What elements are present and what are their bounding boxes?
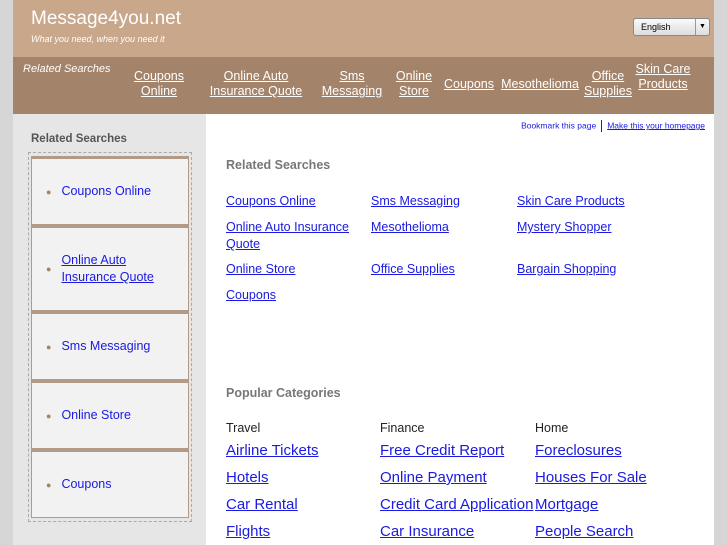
related-link[interactable]: Coupons	[226, 287, 366, 304]
nav-link[interactable]: Skin Care Products	[635, 62, 691, 92]
sidebar-link[interactable]: Online Store	[61, 407, 130, 424]
bullet-icon: ●	[46, 341, 52, 352]
tagline: What you need, when you need it	[31, 34, 165, 44]
category-link[interactable]: Credit Card Application	[380, 496, 533, 513]
sidebar-list: ● Coupons Online ● Online Auto Insurance Q…	[28, 152, 192, 522]
header: Message4you.net What you need, when you …	[13, 0, 714, 57]
related-link[interactable]: Coupons Online	[226, 193, 366, 210]
sidebar-title: Related Searches	[31, 133, 127, 145]
category-link[interactable]: Online Payment	[380, 469, 487, 486]
category-link[interactable]: Car Rental	[226, 496, 298, 513]
nav-link[interactable]: Mesothelioma	[498, 77, 582, 92]
sidebar: Related Searches ● Coupons Online ● Online…	[13, 114, 206, 545]
category-link[interactable]: Mortgage	[535, 496, 598, 513]
bullet-icon: ●	[46, 264, 52, 274]
sidebar-link[interactable]: Sms Messaging	[61, 338, 150, 355]
nav-link[interactable]: Online Store	[391, 69, 437, 99]
related-link[interactable]: Sms Messaging	[371, 193, 511, 210]
category-link[interactable]: Foreclosures	[535, 442, 622, 459]
language-select[interactable]: English ▼	[633, 18, 710, 36]
category-link[interactable]: Free Credit Report	[380, 442, 504, 459]
popular-title: Popular Categories	[226, 386, 341, 400]
related-link[interactable]: Skin Care Products	[517, 193, 677, 210]
sidebar-item[interactable]: ● Online Store	[31, 380, 189, 449]
language-value: English	[641, 22, 671, 32]
homepage-link[interactable]: Make this your homepage	[607, 120, 705, 130]
nav-link[interactable]: Office Supplies	[582, 69, 634, 99]
category-link[interactable]: Car Insurance	[380, 523, 474, 540]
site-title[interactable]: Message4you.net	[31, 8, 181, 30]
category-link[interactable]: Airline Tickets	[226, 442, 319, 459]
related-link[interactable]: Mesothelioma	[371, 219, 511, 236]
related-title: Related Searches	[226, 158, 331, 172]
related-link[interactable]: Online Auto Insurance Quote	[226, 219, 366, 253]
sidebar-item[interactable]: ● Coupons Online	[31, 156, 189, 225]
sidebar-link[interactable]: Online Auto Insurance Quote	[61, 252, 161, 286]
related-link[interactable]: Mystery Shopper	[517, 219, 657, 236]
page: Message4you.net What you need, when you …	[13, 0, 714, 545]
sidebar-item[interactable]: ● Online Auto Insurance Quote	[31, 225, 189, 311]
nav-link[interactable]: Online Auto Insurance Quote	[203, 69, 309, 99]
sidebar-item[interactable]: ● Sms Messaging	[31, 311, 189, 380]
nav-link[interactable]: Coupons	[441, 77, 497, 92]
related-link[interactable]: Online Store	[226, 261, 366, 278]
category-link[interactable]: Houses For Sale	[535, 469, 647, 486]
sidebar-link[interactable]: Coupons	[61, 476, 111, 493]
category-link[interactable]: Flights	[226, 523, 270, 540]
related-link[interactable]: Bargain Shopping	[517, 261, 657, 278]
nav-label: Related Searches	[23, 63, 111, 75]
bullet-icon: ●	[46, 479, 52, 490]
nav-link[interactable]: Sms Messaging	[318, 69, 386, 99]
top-links: Bookmark this page Make this your homepag…	[521, 120, 705, 132]
bullet-icon: ●	[46, 410, 52, 421]
divider	[601, 120, 603, 132]
category-link[interactable]: Hotels	[226, 469, 269, 486]
bookmark-link[interactable]: Bookmark this page	[521, 120, 596, 130]
category-heading: Finance	[380, 421, 425, 435]
chevron-down-icon: ▼	[695, 19, 709, 35]
sidebar-item[interactable]: ● Coupons	[31, 449, 189, 518]
category-heading: Home	[535, 421, 569, 435]
bullet-icon: ●	[46, 186, 52, 197]
category-link[interactable]: People Search	[535, 523, 633, 540]
related-searches-nav: Related Searches Coupons Online Online A…	[13, 57, 714, 114]
related-link[interactable]: Office Supplies	[371, 261, 511, 278]
category-heading: Travel	[226, 421, 261, 435]
sidebar-link[interactable]: Coupons Online	[61, 183, 151, 200]
nav-link[interactable]: Coupons Online	[128, 69, 190, 99]
